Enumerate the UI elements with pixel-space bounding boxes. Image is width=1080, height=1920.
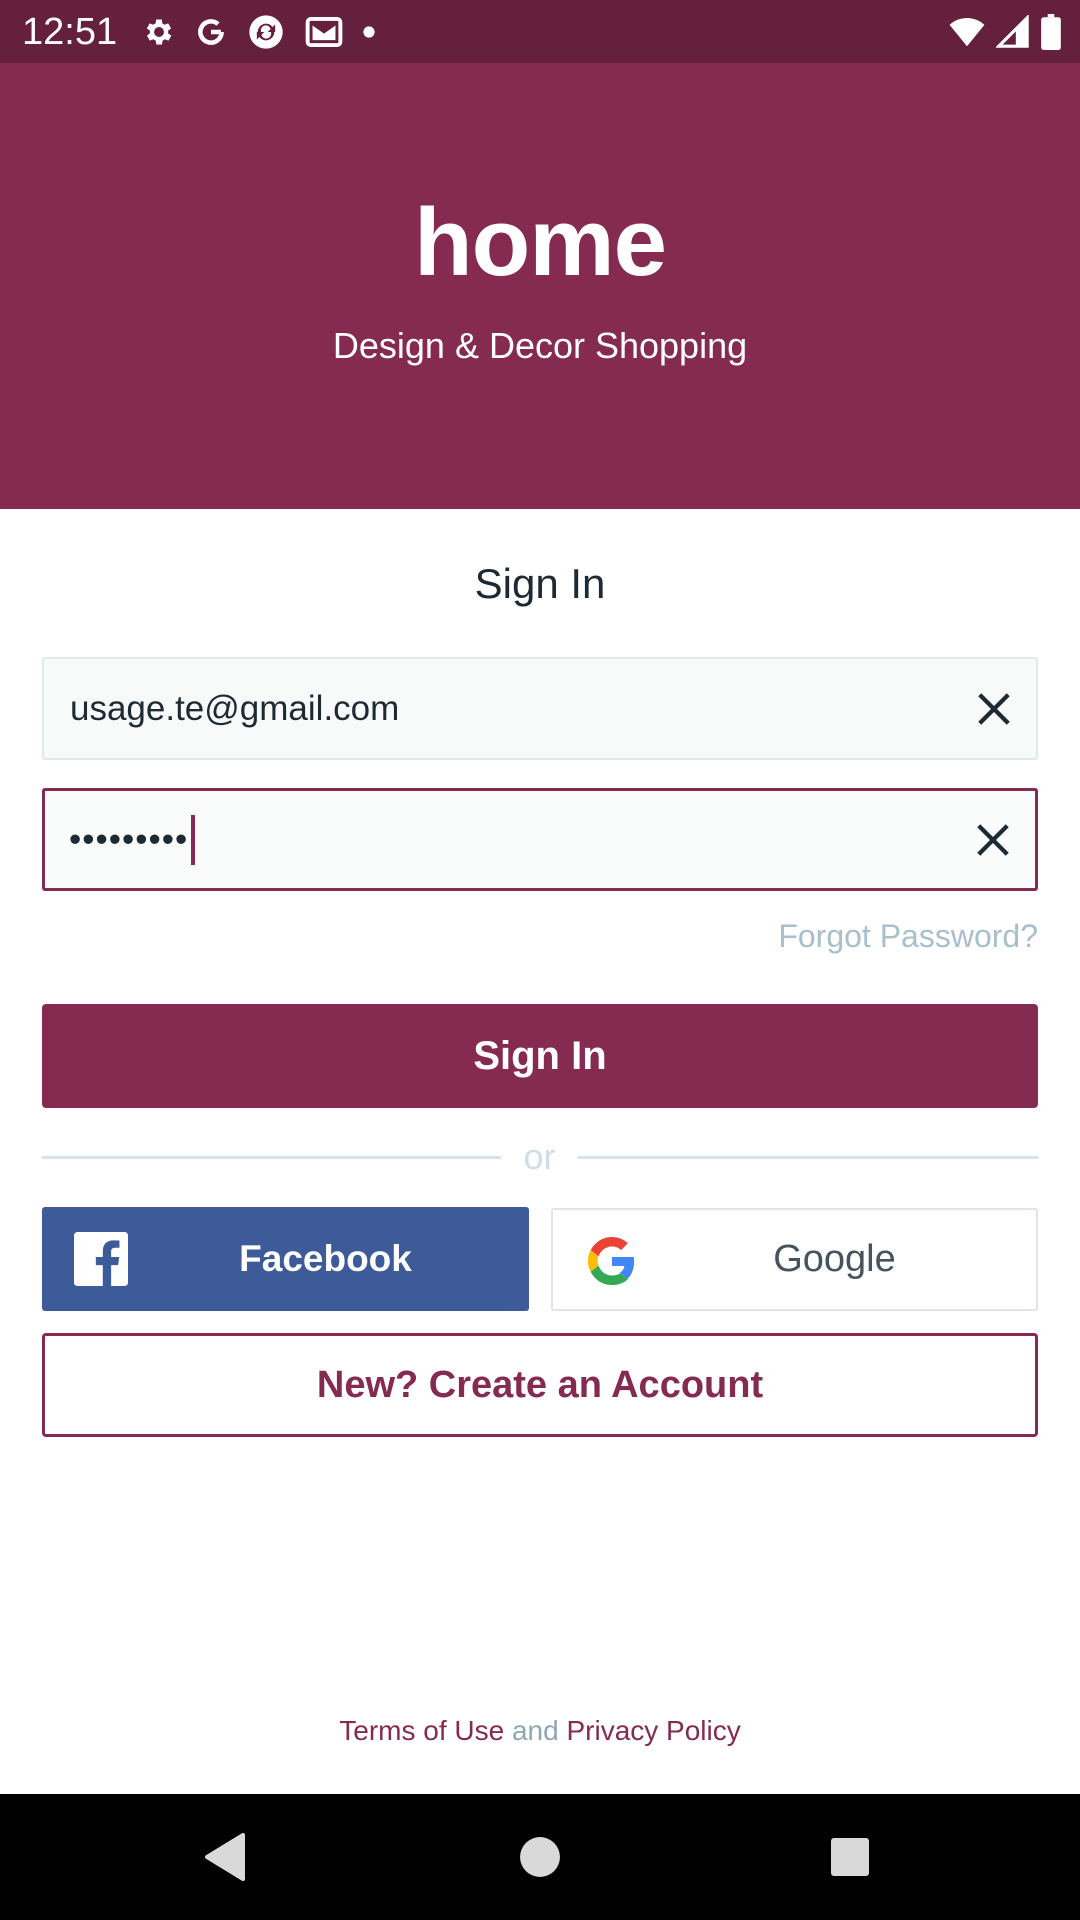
and-text: and: [511, 1715, 559, 1746]
page-title: Sign In: [474, 560, 606, 607]
notification-icons: [142, 12, 394, 52]
facebook-icon: [74, 1232, 128, 1291]
legal-links: Terms of Use and Privacy Policy: [0, 1715, 1080, 1747]
create-account-button[interactable]: New? Create an Account: [42, 1333, 1038, 1437]
facebook-label: Facebook: [239, 1238, 412, 1279]
system-nav-bar: [0, 1794, 1080, 1920]
google-logo-icon: [587, 1237, 636, 1290]
dot-icon: [362, 25, 376, 39]
password-dots: •••••••••: [69, 819, 189, 859]
battery-icon: [1040, 14, 1062, 50]
sign-in-button[interactable]: Sign In: [42, 1004, 1038, 1108]
privacy-policy-link[interactable]: Privacy Policy: [566, 1715, 740, 1746]
divider-right: [578, 1156, 1038, 1159]
or-separator: or: [523, 1136, 556, 1177]
home-icon: [520, 1837, 560, 1877]
sync-app-icon: [246, 12, 286, 52]
google-icon: [194, 15, 228, 49]
close-icon: [977, 823, 1009, 856]
status-time: 12:51: [22, 11, 118, 53]
clear-password-button[interactable]: [973, 820, 1013, 860]
password-field[interactable]: •••••••••: [42, 788, 1038, 891]
back-icon: [205, 1833, 245, 1881]
wifi-icon: [948, 15, 986, 49]
clear-email-button[interactable]: [974, 689, 1014, 729]
close-icon: [978, 692, 1010, 725]
facebook-button[interactable]: Facebook: [42, 1207, 529, 1311]
forgot-password-link[interactable]: Forgot Password?: [778, 918, 1038, 955]
recents-icon: [831, 1838, 869, 1876]
brand-header: home Design & Decor Shopping: [0, 63, 1080, 509]
back-button[interactable]: [165, 1794, 285, 1920]
signal-icon: [996, 15, 1030, 49]
terms-of-use-link[interactable]: Terms of Use: [339, 1715, 504, 1746]
email-field[interactable]: usage.te@gmail.com: [42, 657, 1038, 760]
status-bar: 12:51: [0, 0, 1080, 63]
gallery-mail-icon: [304, 14, 344, 50]
divider-left: [42, 1156, 501, 1159]
gear-icon: [142, 15, 176, 49]
google-label: Google: [773, 1238, 896, 1280]
google-button[interactable]: Google: [551, 1208, 1038, 1311]
system-icons: [938, 12, 1062, 52]
recents-button[interactable]: [790, 1794, 910, 1920]
home-button[interactable]: [480, 1794, 600, 1920]
text-caret: [191, 814, 196, 865]
email-value[interactable]: usage.te@gmail.com: [70, 659, 399, 758]
tagline: Design & Decor Shopping: [332, 325, 748, 366]
home-logo: home: [413, 189, 667, 296]
password-value[interactable]: •••••••••: [69, 791, 196, 888]
